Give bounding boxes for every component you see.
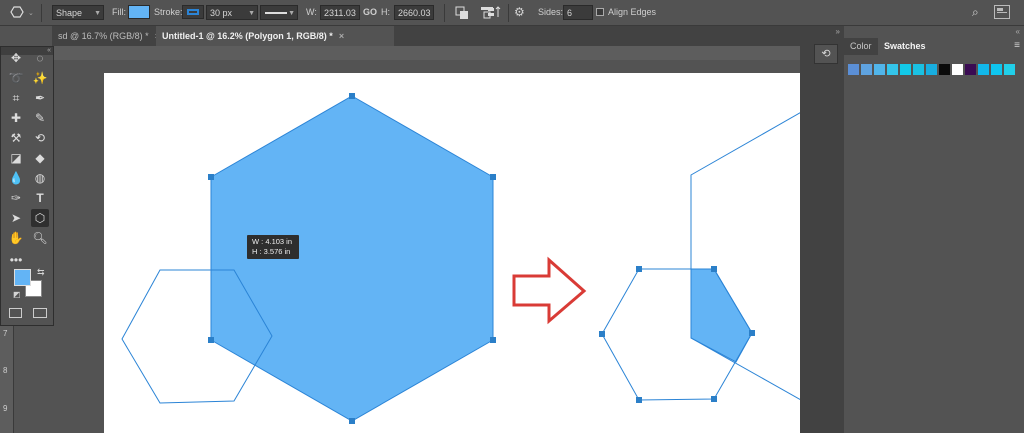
pen-tool-icon[interactable]: ✑: [7, 189, 25, 207]
path-selection-tool-icon[interactable]: ➤: [7, 209, 25, 227]
swatch[interactable]: [926, 64, 937, 75]
swatch[interactable]: [861, 64, 872, 75]
zoom-tool-icon[interactable]: 🔍︎: [31, 229, 49, 247]
polygon-tool-icon[interactable]: ⬡: [31, 209, 49, 227]
tooltip-width: W : 4.103 in: [252, 237, 293, 246]
swatch[interactable]: [900, 64, 911, 75]
swatch[interactable]: [848, 64, 859, 75]
paint-bucket-tool-icon[interactable]: ◆: [31, 149, 49, 167]
quick-mask-icon[interactable]: [9, 308, 22, 318]
tooltip-height: H : 3.576 in: [252, 247, 291, 256]
tab-color[interactable]: Color: [844, 38, 878, 55]
dodge-tool-icon[interactable]: ◍: [31, 169, 49, 187]
collapsed-panel-strip: ⟲ »: [800, 26, 844, 433]
swatch[interactable]: [952, 64, 963, 75]
swatch[interactable]: [887, 64, 898, 75]
more-tools-icon[interactable]: •••: [7, 251, 25, 269]
crop-tool-icon[interactable]: ⌗: [7, 89, 25, 107]
size-tooltip: W : 4.103 in H : 3.576 in: [247, 235, 299, 259]
brush-tool-icon[interactable]: ✎: [31, 109, 49, 127]
type-tool-icon[interactable]: T: [31, 189, 49, 207]
lasso-tool-icon[interactable]: ➰: [7, 69, 25, 87]
stamp-tool-icon[interactable]: ⚒: [7, 129, 25, 147]
healing-tool-icon[interactable]: ✚: [7, 109, 25, 127]
swatch[interactable]: [965, 64, 976, 75]
history-brush-tool-icon[interactable]: ⟲: [31, 129, 49, 147]
blur-tool-icon[interactable]: 💧: [7, 169, 25, 187]
swatch[interactable]: [874, 64, 885, 75]
marquee-tool-icon[interactable]: ◌: [31, 49, 49, 67]
screen-mode-icon[interactable]: [33, 308, 47, 318]
swatch[interactable]: [1004, 64, 1015, 75]
collapse-icon[interactable]: »: [836, 27, 840, 36]
swatch[interactable]: [991, 64, 1002, 75]
default-colors-icon[interactable]: ◩: [13, 290, 21, 299]
panel-menu-icon[interactable]: ≡: [1014, 40, 1020, 51]
swap-colors-icon[interactable]: ⇆: [37, 267, 45, 278]
tools-panel: « ✥ ◌ ➰ ✨ ⌗ ✒ ✚ ✎ ⚒ ⟲ ◪ ◆ 💧 ◍ ✑ T ➤ ⬡ ✋ …: [0, 46, 54, 326]
swatch[interactable]: [913, 64, 924, 75]
swatch[interactable]: [939, 64, 950, 75]
eraser-tool-icon[interactable]: ◪: [7, 149, 25, 167]
red-right-arrow: [512, 256, 587, 325]
foreground-color-swatch[interactable]: [14, 269, 31, 286]
expand-icon[interactable]: «: [1016, 27, 1020, 36]
swatch[interactable]: [978, 64, 989, 75]
history-panel-icon[interactable]: ⟲: [814, 44, 838, 64]
hand-tool-icon[interactable]: ✋: [7, 229, 25, 247]
magic-wand-tool-icon[interactable]: ✨: [31, 69, 49, 87]
move-tool-icon[interactable]: ✥: [7, 49, 25, 67]
swatches-panel: « Color Swatches ≡: [844, 26, 1024, 433]
eyedropper-tool-icon[interactable]: ✒: [31, 89, 49, 107]
tab-swatches[interactable]: Swatches: [878, 38, 932, 55]
